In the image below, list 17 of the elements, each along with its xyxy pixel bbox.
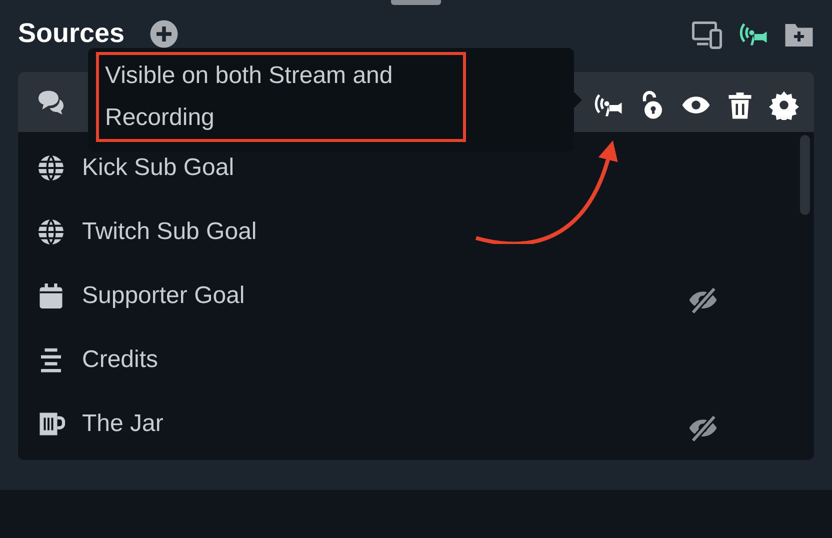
source-row[interactable]: The Jar [18, 392, 814, 456]
add-icon[interactable] [148, 18, 179, 48]
source-row[interactable]: Supporter Goal [18, 264, 814, 328]
source-name: Kick Sub Goal [82, 153, 234, 183]
source-name: The Jar [82, 409, 164, 439]
drag-handle[interactable] [391, 0, 441, 5]
devices-icon[interactable] [692, 18, 722, 48]
source-row[interactable]: Credits [18, 328, 814, 392]
tooltip-text: Visible on both Stream and Recording [96, 52, 466, 142]
panel-title: Sources [18, 17, 125, 50]
source-name: Twitch Sub Goal [82, 217, 257, 247]
globe-icon [36, 153, 66, 183]
source-name: Supporter Goal [82, 281, 245, 311]
source-name: Credits [82, 345, 158, 375]
scrollbar[interactable] [800, 135, 810, 215]
source-row[interactable]: Twitch Sub Goal [18, 200, 814, 264]
globe-icon [36, 217, 66, 247]
